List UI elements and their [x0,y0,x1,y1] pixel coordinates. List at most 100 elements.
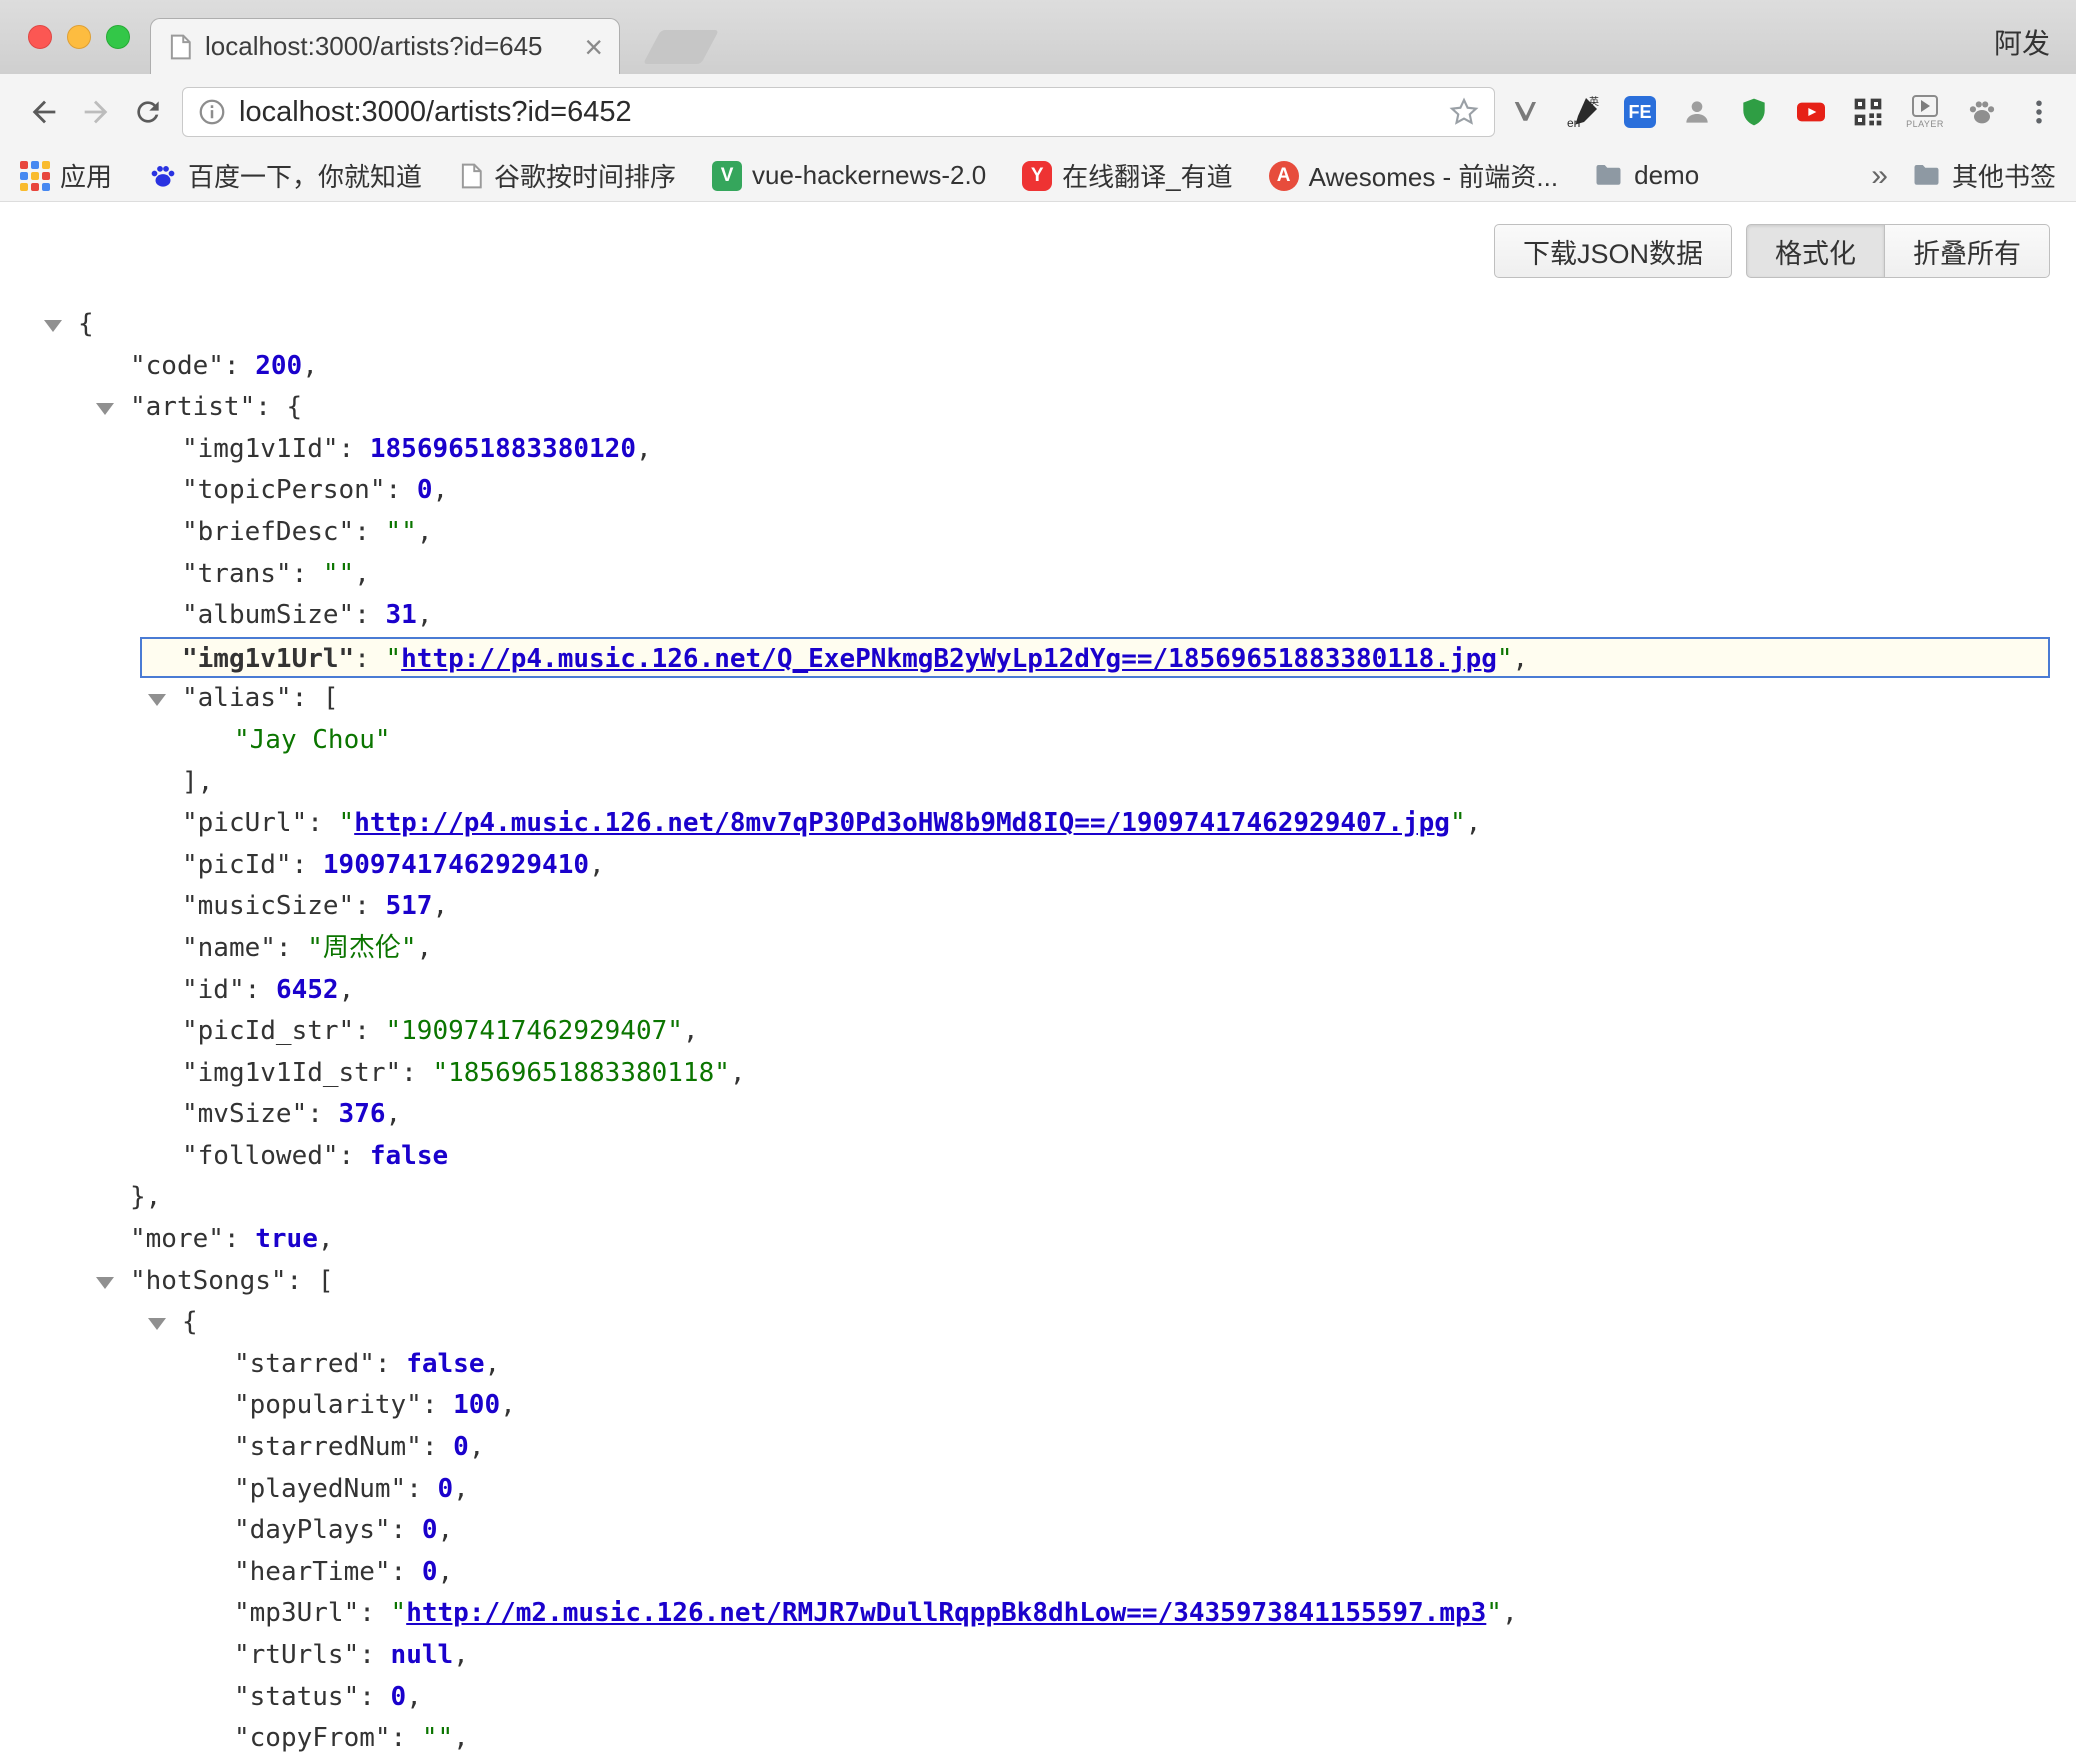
json-line: "more": true, [0,1219,2076,1261]
folder-icon [1594,161,1624,191]
json-url-link[interactable]: http://p4.music.126.net/Q_ExePNkmgB2yWyL… [401,644,1497,674]
json-token-k: "picUrl" [182,808,307,838]
reload-button[interactable] [122,86,174,138]
json-token-p: : [359,1598,390,1628]
bookmark-baidu[interactable]: 百度一下，你就知道 [148,157,422,194]
profile-name[interactable]: 阿发 [1994,22,2050,62]
player-extension-icon[interactable]: PLAYER [1906,88,1944,136]
bookmark-google-sort[interactable]: 谷歌按时间排序 [458,157,676,194]
collapse-toggle-icon[interactable] [96,1277,114,1289]
bookmark-star-icon[interactable] [1448,96,1480,128]
apps-grid-dot [20,183,28,191]
bookmark-demo-folder[interactable]: demo [1594,160,1699,191]
shield-extension-icon[interactable] [1735,88,1773,136]
json-token-k: "copyFrom" [234,1723,391,1753]
json-line: "popularity": 100, [0,1385,2076,1427]
json-token-p: { [287,392,303,422]
json-token-k: "mvSize" [182,1099,307,1129]
page-info-icon[interactable] [197,97,227,127]
json-token-k: "name" [182,933,276,963]
json-token-p: : [339,1141,370,1171]
v-extension-icon[interactable] [1507,88,1545,136]
browser-tab[interactable]: localhost:3000/artists?id=645 × [150,18,620,74]
en-label: en [1567,116,1580,129]
json-token-k: "popularity" [234,1390,422,1420]
json-url-link[interactable]: http://p4.music.126.net/8mv7qP30Pd3oHW8b… [354,808,1450,838]
shield-icon [1738,96,1770,128]
url-text[interactable]: localhost:3000/artists?id=6452 [239,96,1436,129]
youtube-extension-icon[interactable] [1792,88,1830,136]
bookmark-apps[interactable]: 应用 [20,157,112,194]
vue-icon: V [712,161,742,191]
forward-button[interactable] [70,86,122,138]
json-line: "picId": 19097417462929410, [0,845,2076,887]
collapse-toggle-icon[interactable] [148,1318,166,1330]
other-bookmarks-folder[interactable]: 其他书签 [1912,157,2056,194]
paw-extension-icon[interactable] [1963,88,2001,136]
json-token-s: " [339,808,355,838]
json-token-p: ], [182,767,213,797]
json-token-p: : [422,1432,453,1462]
format-button[interactable]: 格式化 [1746,224,1885,278]
json-token-k: "id" [182,975,245,1005]
tab-close-icon[interactable]: × [584,31,603,63]
bookmark-awesomes[interactable]: A Awesomes - 前端资... [1269,157,1558,194]
json-token-p: : [375,1349,406,1379]
bookmark-vue-hackernews[interactable]: V vue-hackernews-2.0 [712,160,986,191]
json-token-p: , [1502,1598,1518,1628]
json-token-k: "hearTime" [234,1557,391,1587]
close-window-button[interactable] [28,25,52,49]
json-token-p: , [417,517,433,547]
json-token-p: , [636,434,652,464]
json-token-n: 0 [391,1682,407,1712]
json-token-p: : [406,1474,437,1504]
fe-extension-icon[interactable]: FE [1621,88,1659,136]
json-line: "trans": "", [0,554,2076,596]
youdao-dict-icon[interactable]: en 英 [1564,88,1602,136]
json-line: { [0,304,2076,346]
minimize-window-button[interactable] [67,25,91,49]
qr-code-extension-icon[interactable] [1849,88,1887,136]
collapse-toggle-icon[interactable] [96,403,114,415]
json-token-p: }, [130,1182,161,1212]
json-token-k: "starredNum" [234,1432,422,1462]
json-line: "alias": [ [0,678,2076,720]
browser-window: localhost:3000/artists?id=645 × 阿发 local… [0,0,2076,1760]
bookmark-label: 谷歌按时间排序 [494,157,676,194]
folder-icon [1912,161,1942,191]
apps-grid-dot [20,161,28,169]
bookmarks-overflow-chevron[interactable]: » [1871,159,1888,193]
browser-menu-button[interactable] [2020,88,2058,136]
bookmarks-right-group: » 其他书签 [1871,157,2056,194]
json-line: "status": 0, [0,1677,2076,1719]
back-button[interactable] [18,86,70,138]
collapse-toggle-icon[interactable] [148,694,166,706]
new-tab-button[interactable] [643,30,719,64]
json-url-link[interactable]: http://m2.music.126.net/RMJR7wDullRqppBk… [406,1598,1486,1628]
collapse-all-button[interactable]: 折叠所有 [1885,224,2050,278]
json-token-n: 0 [438,1474,454,1504]
json-line: "code": 200, [0,346,2076,388]
json-token-k: "picId" [182,850,292,880]
address-bar[interactable]: localhost:3000/artists?id=6452 [182,87,1495,137]
zoom-window-button[interactable] [106,25,130,49]
json-token-p: : [354,891,385,921]
person-extension-icon[interactable] [1678,88,1716,136]
json-token-n: 6452 [276,975,339,1005]
json-token-p: , [484,1349,500,1379]
json-token-k: "dayPlays" [234,1515,391,1545]
json-token-p: : [276,933,307,963]
bookmark-youdao[interactable]: Y 在线翻译_有道 [1022,157,1232,194]
json-token-s: " [391,1598,407,1628]
json-token-p: , [354,559,370,589]
json-token-k: "mp3Url" [234,1598,359,1628]
download-json-button[interactable]: 下载JSON数据 [1494,224,1732,278]
pen-icon: en 英 [1566,95,1600,129]
json-line: "briefDesc": "", [0,512,2076,554]
json-token-p: , [453,1723,469,1753]
apps-grid-dot [31,183,39,191]
json-token-n: 18569651883380120 [370,434,636,464]
json-token-p: , [406,1682,422,1712]
json-token-k: "more" [130,1224,224,1254]
collapse-toggle-icon[interactable] [44,320,62,332]
